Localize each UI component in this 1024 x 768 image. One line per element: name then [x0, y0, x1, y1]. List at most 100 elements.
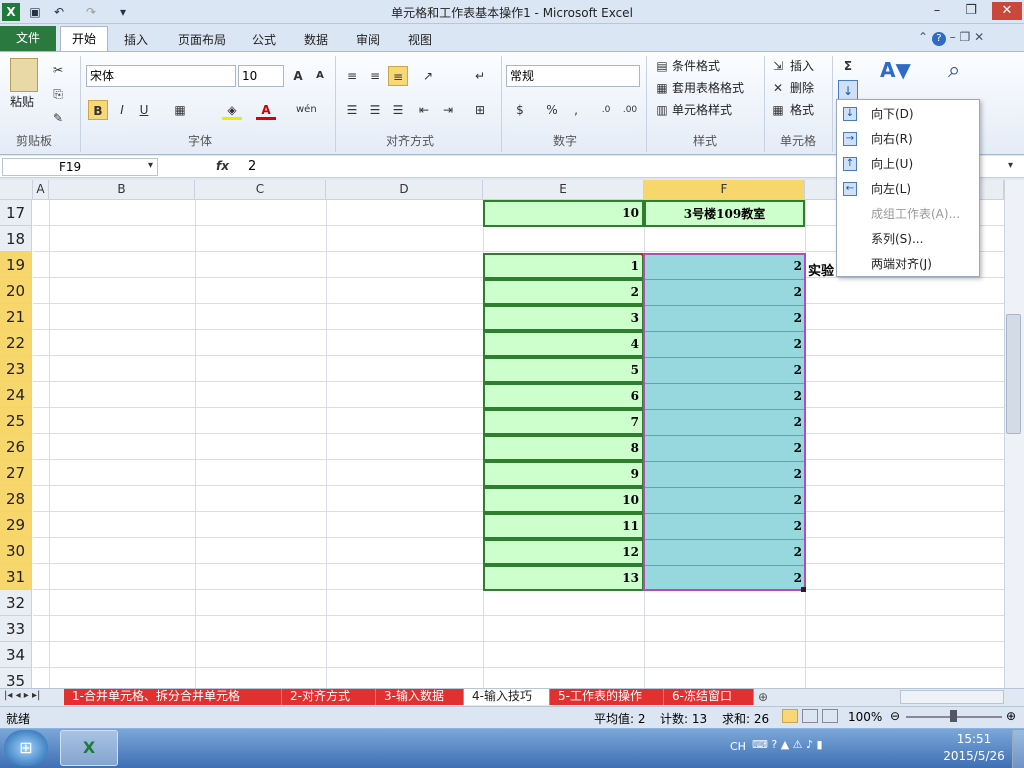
cell-e[interactable]: 11 [483, 513, 644, 539]
merge-center-icon[interactable]: ⊞ [470, 100, 490, 120]
vertical-scrollbar[interactable] [1004, 180, 1024, 688]
copy-icon[interactable]: ⎘ [48, 84, 68, 104]
cell-f[interactable]: 2 [644, 331, 805, 357]
clock-date[interactable]: 2015/5/26 [940, 749, 1008, 763]
scroll-thumb[interactable] [1006, 314, 1021, 434]
insert-function-icon[interactable]: fx [216, 159, 229, 173]
cell-e[interactable]: 8 [483, 435, 644, 461]
cell-f[interactable]: 2 [644, 513, 805, 539]
bold-button[interactable]: B [88, 100, 108, 120]
cell-f[interactable]: 2 [644, 383, 805, 409]
italic-button[interactable]: I [112, 100, 132, 120]
sheet-tab-2[interactable]: 2-对齐方式 [282, 689, 376, 705]
cell-f[interactable]: 2 [644, 487, 805, 513]
shrink-font-icon[interactable]: A [310, 66, 330, 86]
fill-up-item[interactable]: ↑ 向上(U) [837, 152, 979, 177]
sheet-tab-6[interactable]: 6-冻结窗口 [664, 689, 754, 705]
fill-right-item[interactable]: → 向右(R) [837, 127, 979, 152]
tab-review[interactable]: 审阅 [348, 30, 388, 52]
column-header-a[interactable]: A [33, 180, 49, 200]
row-header[interactable]: 28 [0, 486, 32, 512]
conditional-format-button[interactable]: 条件格式 [672, 56, 720, 76]
tab-insert[interactable]: 插入 [116, 30, 156, 52]
formula-input[interactable]: 2 [248, 159, 256, 174]
cell-f[interactable]: 2 [644, 279, 805, 305]
cell-f[interactable]: 2 [644, 357, 805, 383]
row-header[interactable]: 34 [0, 642, 32, 668]
select-all-corner[interactable] [0, 180, 33, 200]
fill-left-item[interactable]: ← 向左(L) [837, 177, 979, 202]
underline-button[interactable]: U [134, 100, 154, 120]
start-button[interactable]: ⊞ [4, 730, 48, 766]
row-header[interactable]: 18 [0, 226, 32, 252]
tab-view[interactable]: 视图 [400, 30, 440, 52]
cell-e[interactable]: 13 [483, 565, 644, 591]
format-as-table-button[interactable]: 套用表格格式 [672, 78, 744, 98]
sort-filter-icon[interactable]: A▼ [880, 58, 916, 88]
cell-e[interactable]: 9 [483, 461, 644, 487]
cell-f[interactable]: 2 [644, 435, 805, 461]
language-indicator[interactable]: CH [730, 740, 746, 753]
minimize-button[interactable]: – [924, 2, 950, 20]
normal-view-icon[interactable] [782, 709, 798, 723]
fill-handle[interactable] [801, 587, 806, 592]
fill-series-item[interactable]: 系列(S)... [837, 227, 979, 252]
format-painter-icon[interactable]: ✎ [48, 108, 68, 128]
paste-icon[interactable] [10, 58, 38, 92]
decrease-indent-icon[interactable]: ⇤ [414, 100, 434, 120]
decrease-decimal-icon[interactable]: .00 [620, 100, 640, 120]
sheet-tab-5[interactable]: 5-工作表的操作 [550, 689, 664, 705]
row-header[interactable]: 17 [0, 200, 32, 226]
row-header[interactable]: 29 [0, 512, 32, 538]
orientation-icon[interactable]: ↗ [418, 66, 438, 86]
cell-f17[interactable]: 3号楼109教室 [644, 200, 805, 227]
page-layout-view-icon[interactable] [802, 709, 818, 723]
borders-icon[interactable]: ▦ [170, 100, 190, 120]
paste-button[interactable]: 粘贴 [10, 92, 34, 112]
cell-f[interactable]: 2 [644, 461, 805, 487]
page-break-view-icon[interactable] [822, 709, 838, 723]
fill-color-icon[interactable]: ◈ [222, 100, 242, 120]
format-cells-button[interactable]: 格式 [790, 100, 814, 120]
cell-e[interactable]: 1 [483, 253, 644, 279]
wrap-text-icon[interactable]: ↵ [470, 66, 490, 86]
new-sheet-icon[interactable]: ⊕ [758, 690, 768, 704]
fill-justify-item[interactable]: 两端对齐(J) [837, 252, 979, 277]
tray-icons[interactable]: ⌨ ? ▲ ⚠ ♪ ▮ [752, 738, 823, 751]
cell-g19[interactable]: 实验 [808, 260, 834, 279]
cell-e[interactable]: 10 [483, 487, 644, 513]
cell-e[interactable]: 5 [483, 357, 644, 383]
tab-data[interactable]: 数据 [296, 30, 336, 52]
restore-button[interactable]: ❐ [958, 2, 984, 20]
grow-font-icon[interactable]: A [288, 66, 308, 86]
cell-styles-button[interactable]: 单元格样式 [672, 100, 732, 120]
row-header[interactable]: 22 [0, 330, 32, 356]
sheet-tab-4[interactable]: 4-输入技巧 [464, 689, 550, 705]
align-middle-icon[interactable]: ≡ [365, 66, 385, 86]
zoom-slider-thumb[interactable] [950, 710, 957, 722]
row-header[interactable]: 26 [0, 434, 32, 460]
row-header[interactable]: 21 [0, 304, 32, 330]
cell-f[interactable]: 2 [644, 565, 805, 591]
autosum-icon[interactable]: Σ [838, 56, 858, 76]
sheet-nav-icons[interactable]: |◂ ◂ ▸ ▸| [4, 690, 40, 701]
cell-e[interactable]: 2 [483, 279, 644, 305]
sheet-tab-1[interactable]: 1-合并单元格、拆分合并单元格 [64, 689, 282, 705]
row-header[interactable]: 32 [0, 590, 32, 616]
row-header[interactable]: 19 [0, 252, 32, 278]
help-icon[interactable]: ? [931, 32, 946, 46]
comma-icon[interactable]: , [566, 100, 586, 120]
align-left-icon[interactable]: ☰ [342, 100, 362, 120]
zoom-in-icon[interactable]: ⊕ [1006, 709, 1016, 723]
tab-page-layout[interactable]: 页面布局 [168, 30, 236, 52]
row-header[interactable]: 27 [0, 460, 32, 486]
row-header[interactable]: 24 [0, 382, 32, 408]
show-desktop-button[interactable] [1012, 730, 1024, 768]
column-header-e[interactable]: E [483, 180, 644, 200]
column-header-d[interactable]: D [326, 180, 483, 200]
increase-decimal-icon[interactable]: .0 [596, 100, 616, 120]
delete-cells-button[interactable]: 删除 [790, 78, 814, 98]
cell-e[interactable]: 3 [483, 305, 644, 331]
phonetic-icon[interactable]: wén [296, 100, 317, 120]
currency-icon[interactable]: $ [510, 100, 530, 120]
